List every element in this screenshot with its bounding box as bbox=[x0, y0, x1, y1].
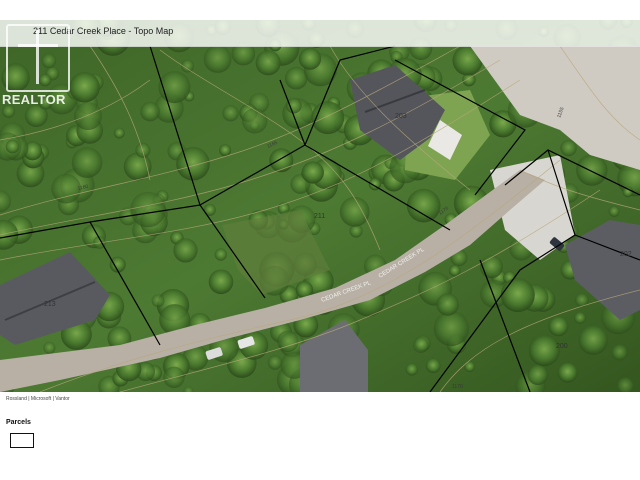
parcel-number: 211 bbox=[314, 213, 325, 220]
map-title-bar: 211 Cedar Creek Place - Topo Map bbox=[0, 20, 640, 47]
parcel-number: 203 bbox=[395, 113, 407, 120]
contour-label: 1170 bbox=[452, 384, 463, 390]
realtor-logo-text: REALTOR bbox=[2, 92, 66, 107]
legend-parcel-swatch bbox=[10, 433, 34, 448]
parcel-number: 213 bbox=[44, 301, 56, 308]
realtor-logo: REALTOR bbox=[0, 22, 74, 110]
map-view[interactable]: 211 203 213 202 200 CEDAR CREEK PL CEDAR… bbox=[0, 20, 640, 392]
map-attribution: Rossland | Microsoft | Vantor bbox=[6, 396, 70, 402]
realtor-logo-icon bbox=[6, 24, 70, 92]
parcel-number: 202 bbox=[620, 251, 632, 258]
parcel-number: 200 bbox=[556, 343, 568, 350]
legend-title: Parcels bbox=[6, 419, 31, 426]
